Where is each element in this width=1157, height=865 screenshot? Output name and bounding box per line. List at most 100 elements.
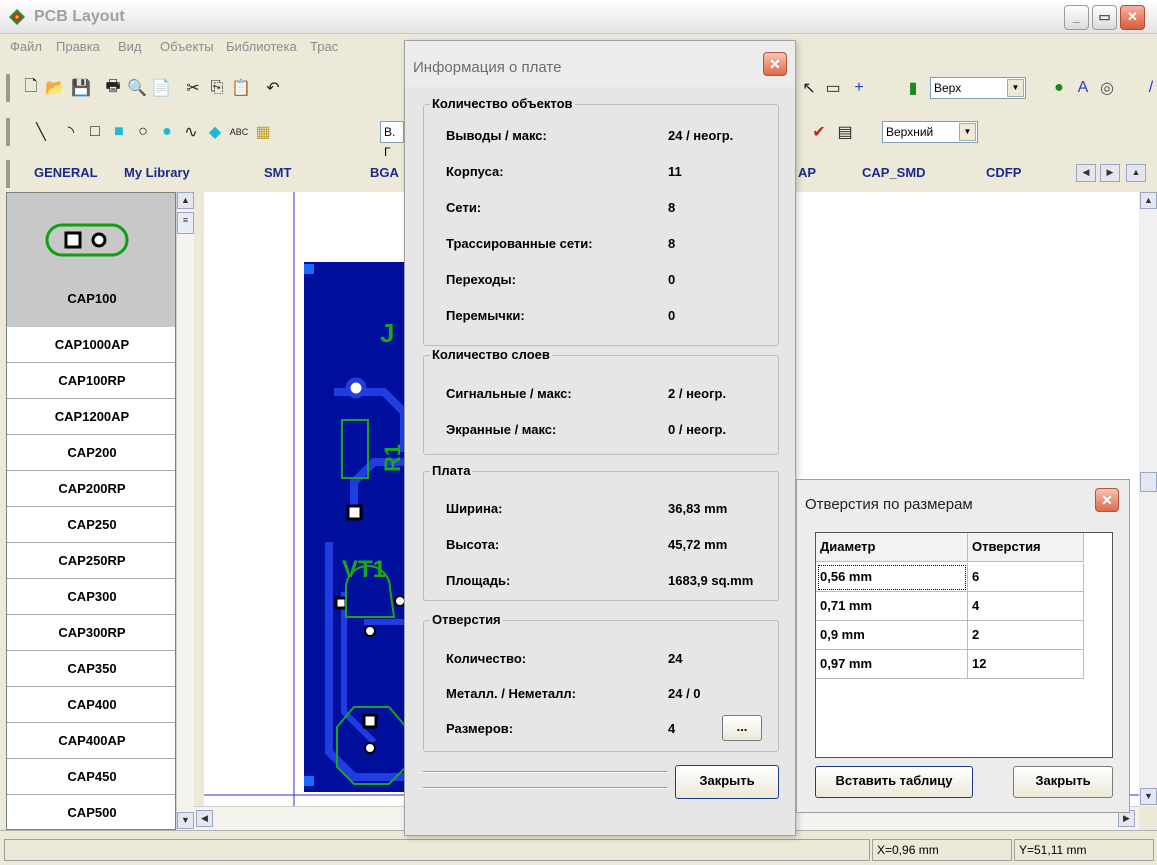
column-header[interactable]: Диаметр [816, 533, 968, 562]
list-item[interactable]: CAP200 [7, 435, 175, 471]
column-header[interactable]: Отверстия [968, 533, 1084, 562]
list-item[interactable]: CAP500 [7, 795, 175, 829]
menu-view[interactable]: Вид [118, 39, 142, 54]
table-cell[interactable]: 12 [968, 650, 1084, 679]
print-icon[interactable]: 🖶 [102, 77, 124, 99]
list-item[interactable]: CAP250 [7, 507, 175, 543]
tab-my-library[interactable]: My Library [124, 165, 190, 180]
list-item[interactable]: CAP250RP [7, 543, 175, 579]
table-cell[interactable]: 4 [968, 592, 1084, 621]
tab-cdfp[interactable]: CDFP [986, 165, 1021, 180]
dialog-close-icon[interactable]: ✕ [1095, 488, 1119, 512]
tab-bga[interactable]: BGA [370, 165, 399, 180]
table-cell[interactable]: 6 [968, 563, 1084, 592]
minimize-button[interactable]: _ [1064, 5, 1089, 30]
component-list[interactable]: CAP100 CAP1000AP CAP100RP CAP1200AP CAP2… [6, 192, 176, 830]
dialog-title-bar[interactable]: Информация о плате ✕ [405, 41, 795, 87]
new-file-icon[interactable]: 🗋 [20, 77, 42, 99]
drc-report-icon[interactable]: ▤ [834, 121, 856, 143]
list-item[interactable]: CAP400AP [7, 723, 175, 759]
component-icon[interactable]: ▭ [822, 77, 844, 99]
list-item[interactable]: CAP300RP [7, 615, 175, 651]
scroll-thumb[interactable] [1140, 472, 1157, 492]
info-close-button[interactable]: Закрыть [675, 765, 779, 799]
list-item[interactable]: CAP1200AP [7, 399, 175, 435]
table-cell[interactable]: 2 [968, 621, 1084, 650]
tab-cap[interactable]: AP [798, 165, 816, 180]
dropdown-arrow-icon[interactable]: ▼ [1007, 79, 1024, 97]
scroll-up-icon[interactable]: ▲ [1140, 192, 1157, 209]
filled-rectangle-icon[interactable]: ■ [108, 121, 130, 143]
layer-select[interactable]: Верх ▼ [930, 77, 1026, 99]
list-item[interactable]: CAP400 [7, 687, 175, 723]
list-item[interactable]: CAP100RP [7, 363, 175, 399]
list-item[interactable]: CAP300 [7, 579, 175, 615]
image-icon[interactable]: ▦ [252, 121, 274, 143]
chip-icon[interactable]: ▮ [902, 77, 924, 99]
polygon-icon[interactable]: ◆ [204, 121, 226, 143]
filled-ellipse-icon[interactable]: ● [156, 121, 178, 143]
document-icon[interactable]: 📄 [150, 77, 172, 99]
scroll-thumb[interactable]: ≡ [177, 212, 194, 234]
cut-icon[interactable]: ✂ [182, 77, 204, 99]
tabs-scroll-right-icon[interactable]: ▶ [1100, 164, 1120, 182]
maximize-button[interactable]: ▭ [1092, 5, 1117, 30]
scroll-up-icon[interactable]: ▲ [177, 192, 194, 209]
table-cell[interactable]: 0,71 mm [816, 592, 968, 621]
undo-icon[interactable]: ↶ [262, 77, 284, 99]
holes-table[interactable]: Диаметр Отверстия 0,56 mm 6 0,71 mm 4 0,… [815, 532, 1113, 758]
list-item[interactable]: CAP450 [7, 759, 175, 795]
tab-cap-smd[interactable]: CAP_SMD [862, 165, 926, 180]
list-item[interactable]: CAP350 [7, 651, 175, 687]
tab-smt[interactable]: SMT [264, 165, 291, 180]
close-button[interactable]: ✕ [1120, 5, 1145, 30]
via-icon[interactable]: ● [1048, 77, 1070, 99]
dialog-close-icon[interactable]: ✕ [763, 52, 787, 76]
text-tool-icon[interactable]: A [1072, 77, 1094, 99]
menu-file[interactable]: Файл [10, 39, 42, 54]
menu-routing[interactable]: Трас [310, 39, 338, 54]
rectangle-icon[interactable]: □ [84, 121, 106, 143]
menu-edit[interactable]: Правка [56, 39, 100, 54]
open-folder-icon[interactable]: 📂 [44, 77, 66, 99]
list-item[interactable]: CAP200RP [7, 471, 175, 507]
toolbar-grip[interactable] [6, 74, 10, 102]
scroll-down-icon[interactable]: ▼ [1140, 788, 1157, 805]
list-item[interactable]: CAP1000AP [7, 327, 175, 363]
paste-icon[interactable]: 📋 [230, 77, 252, 99]
table-cell[interactable]: 0,56 mm [816, 563, 968, 592]
tabs-scroll-left-icon[interactable]: ◀ [1076, 164, 1096, 182]
font-select[interactable]: В. Г [380, 121, 404, 159]
menu-library[interactable]: Библиотека [226, 39, 297, 54]
copy-icon[interactable]: ⎘ [206, 77, 228, 99]
polyline-icon[interactable]: ∿ [180, 121, 202, 143]
dropdown-arrow-icon[interactable]: ▼ [959, 123, 976, 141]
pad-icon[interactable]: ◎ [1096, 77, 1118, 99]
tab-general[interactable]: GENERAL [34, 165, 98, 180]
ellipse-icon[interactable]: ○ [132, 121, 154, 143]
holes-close-button[interactable]: Закрыть [1013, 766, 1113, 798]
save-icon[interactable]: 💾 [70, 77, 92, 99]
toolbar-grip[interactable] [6, 118, 10, 146]
line-icon[interactable]: ╲ [30, 121, 52, 143]
route-icon[interactable]: / [1140, 77, 1157, 99]
menu-objects[interactable]: Объекты [160, 39, 214, 54]
canvas-vertical-scrollbar[interactable]: ▲ ▼ [1139, 192, 1157, 806]
toolbar-grip[interactable] [6, 160, 10, 188]
scroll-left-icon[interactable]: ◀ [196, 810, 213, 827]
crosshair-icon[interactable]: + [848, 77, 870, 99]
table-cell[interactable]: 0,9 mm [816, 621, 968, 650]
print-preview-icon[interactable]: 🔍 [126, 77, 148, 99]
hole-sizes-button[interactable]: ... [722, 715, 762, 741]
dialog-title-bar[interactable]: Отверстия по размерам ✕ [797, 480, 1129, 522]
drc-check-icon[interactable]: ✔ [808, 121, 830, 143]
selected-component-label[interactable]: CAP100 [7, 291, 175, 306]
tabs-menu-icon[interactable]: ▲ [1126, 164, 1146, 182]
table-cell[interactable]: 0,97 mm [816, 650, 968, 679]
pointer-icon[interactable]: ↖ [798, 77, 820, 99]
insert-table-button[interactable]: Вставить таблицу [815, 766, 973, 798]
text-icon[interactable]: ABC [228, 121, 250, 143]
arc-icon[interactable]: ◝ [60, 121, 82, 143]
component-list-scrollbar[interactable]: ▲ ≡ ▼ [176, 192, 194, 830]
scroll-down-icon[interactable]: ▼ [177, 812, 194, 829]
